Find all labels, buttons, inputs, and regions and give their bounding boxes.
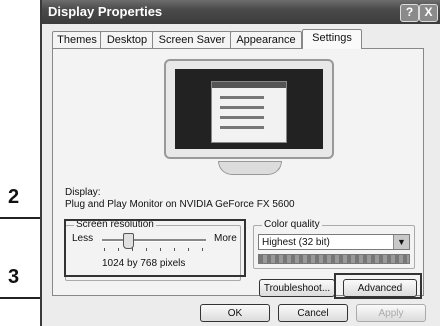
monitor-preview-icon	[164, 59, 334, 159]
chevron-down-icon[interactable]: ▼	[393, 235, 409, 249]
display-value: Plug and Play Monitor on NVIDIA GeForce …	[65, 199, 295, 210]
cancel-button[interactable]: Cancel	[278, 304, 348, 322]
troubleshoot-button[interactable]: Troubleshoot...	[259, 279, 335, 297]
ok-button[interactable]: OK	[200, 304, 270, 322]
tab-desktop[interactable]: Desktop	[100, 31, 154, 48]
tab-appearance[interactable]: Appearance	[230, 31, 302, 48]
title-bar: Display Properties ? X	[42, 0, 440, 24]
monitor-stand	[218, 161, 282, 175]
color-quality-legend: Color quality	[262, 219, 322, 230]
help-button[interactable]: ?	[400, 4, 419, 22]
tab-screen-saver[interactable]: Screen Saver	[152, 31, 232, 48]
close-button[interactable]: X	[419, 4, 438, 22]
advanced-highlight-box	[334, 273, 422, 299]
resolution-highlight-box	[64, 219, 246, 277]
monitor-screen	[175, 69, 323, 149]
tab-themes[interactable]: Themes	[52, 31, 102, 48]
color-quality-group: Color quality Highest (32 bit) ▼	[253, 219, 415, 269]
color-quality-select[interactable]: Highest (32 bit) ▼	[258, 234, 410, 250]
preview-window	[211, 81, 287, 143]
color-sample-bar	[258, 254, 410, 264]
annotation-marker-3: 3	[8, 266, 20, 288]
apply-button[interactable]: Apply	[356, 304, 426, 322]
display-properties-window: Display Properties ? X Themes Desktop Sc…	[40, 0, 440, 326]
annotation-marker-2: 2	[8, 186, 20, 208]
window-title: Display Properties	[48, 4, 163, 19]
display-label: Display:	[65, 187, 101, 198]
color-quality-value: Highest (32 bit)	[262, 237, 330, 248]
tab-settings[interactable]: Settings	[302, 29, 362, 49]
